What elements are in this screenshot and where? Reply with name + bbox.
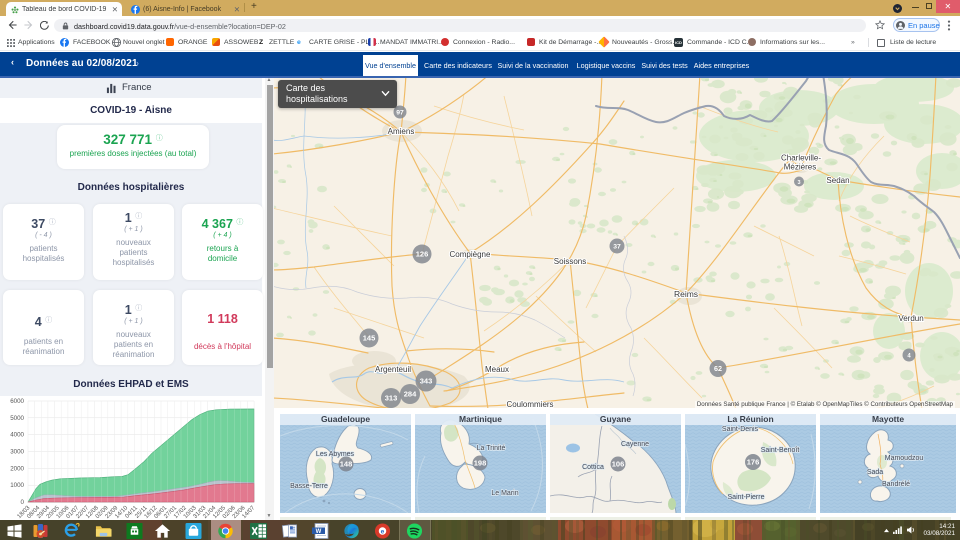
svg-text:Verdun: Verdun [898,314,923,323]
svg-text:Sedan: Sedan [826,176,849,185]
svg-text:0: 0 [21,499,25,506]
svg-text:Meaux: Meaux [485,365,509,374]
svg-text:Guadeloupe: Guadeloupe [321,414,370,424]
svg-text:198: 198 [474,459,487,468]
svg-text:Basse-Terre: Basse-Terre [290,483,328,490]
svg-text:284: 284 [404,390,417,399]
svg-text:37: 37 [613,244,621,251]
svg-text:W: W [316,529,322,535]
svg-text:Mézières: Mézières [784,163,816,172]
svg-text:Argenteuil: Argenteuil [375,365,411,374]
svg-text:Guyane: Guyane [600,414,631,424]
svg-text:Saint-Pierre: Saint-Pierre [728,494,765,501]
svg-text:176: 176 [747,458,760,467]
svg-text:e: e [381,528,385,535]
svg-text:126: 126 [416,250,429,259]
svg-text:Bandrélé: Bandrélé [882,481,910,488]
svg-text:La Réunion: La Réunion [727,414,773,424]
svg-text:Coulommiers: Coulommiers [506,400,553,408]
svg-text:2000: 2000 [10,465,24,472]
svg-text:Saint-Benoît: Saint-Benoît [761,447,800,454]
svg-text:Charleville-: Charleville- [781,154,821,163]
svg-text:5000: 5000 [10,415,24,422]
svg-text:3: 3 [797,180,800,186]
svg-text:Le Marin: Le Marin [491,490,518,497]
svg-text:Cottica: Cottica [582,464,604,471]
svg-text:Reims: Reims [674,289,698,299]
svg-text:Saint-Denis: Saint-Denis [722,426,759,433]
svg-text:Soissons: Soissons [554,257,586,266]
svg-text:4000: 4000 [10,432,24,439]
svg-text:97: 97 [396,110,404,117]
svg-text:Compiègne: Compiègne [450,250,491,259]
svg-text:Martinique: Martinique [459,414,502,424]
svg-text:3000: 3000 [10,449,24,456]
svg-text:Mayotte: Mayotte [872,414,904,424]
svg-text:Mamoudzou: Mamoudzou [885,455,924,462]
svg-text:La Trinité: La Trinité [477,445,506,452]
svg-text:343: 343 [420,377,433,386]
svg-text:Les Abymes: Les Abymes [316,451,355,458]
svg-text:62: 62 [714,364,722,373]
svg-text:148: 148 [340,460,353,469]
svg-text:6000: 6000 [10,398,24,405]
svg-text:Sada: Sada [867,469,883,476]
svg-text:Amiens: Amiens [388,127,415,136]
svg-text:106: 106 [612,460,625,469]
svg-text:1000: 1000 [10,482,24,489]
svg-text:145: 145 [363,334,376,343]
svg-text:Cayenne: Cayenne [621,441,649,448]
svg-text:313: 313 [385,394,398,403]
